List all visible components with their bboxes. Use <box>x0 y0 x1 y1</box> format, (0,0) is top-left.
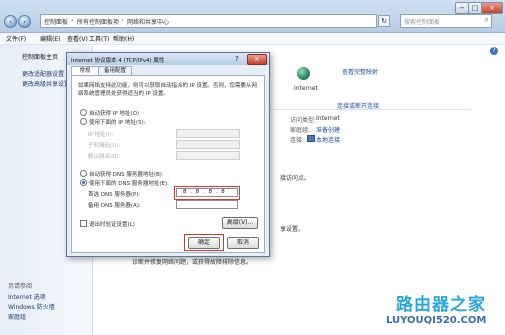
dialog-help-icon[interactable]: ? <box>235 55 239 63</box>
ip-address-label: IP 地址(I): <box>88 132 114 138</box>
subnet-mask-field[interactable] <box>176 140 240 149</box>
breadcrumb-item[interactable]: 控制面板 <box>44 17 68 26</box>
divider <box>270 109 470 110</box>
menu-bar: 文件(F) 编辑(E) 查看(V) 工具(T) 帮助(H) <box>0 33 505 45</box>
auto-ip-radio[interactable] <box>80 109 87 116</box>
maximize-button[interactable]: □ <box>468 2 482 14</box>
see-also-windows-firewall[interactable]: Windows 防火墙 <box>8 302 55 311</box>
menu-edit[interactable]: 编辑(E) <box>40 34 60 43</box>
breadcrumb-item[interactable]: 所有控制面板项 <box>77 17 119 26</box>
manual-ip-label: 使用下面的 IP 地址(S): <box>89 120 146 126</box>
address-bar[interactable]: 控制面板 › 所有控制面板项 › 网络和共享中心 <box>40 14 377 28</box>
window-titlebar: ‹ › 控制面板 › 所有控制面板项 › 网络和共享中心 ↻ 搜索控制面板 ⌕ … <box>0 0 505 33</box>
manual-dns-radio[interactable] <box>80 179 87 186</box>
breadcrumb-item[interactable]: 网络和共享中心 <box>127 17 169 26</box>
default-gateway-label: 默认网关(D): <box>88 154 121 160</box>
internet-label: Internet <box>294 85 318 92</box>
menu-help[interactable]: 帮助(H) <box>113 34 134 43</box>
search-icon[interactable]: ⌕ <box>485 15 489 25</box>
sidebar-item-adapter-settings[interactable]: 更改适配器设置 <box>22 69 64 78</box>
search-input[interactable]: 搜索控制面板 ⌕ <box>400 14 492 28</box>
validate-checkbox[interactable] <box>80 220 87 227</box>
menu-tools[interactable]: 工具(T) <box>89 34 109 43</box>
dialog-tab-panel: 如果网络支持此功能，则可以获取自动指派的 IP 设置。否则，您需要从网络系统管理… <box>71 75 265 253</box>
snippet-troubleshoot: 诊断并修复网络问题，或获得故障排除信息。 <box>132 259 253 266</box>
network-adapter-icon <box>307 135 315 142</box>
watermark-title: 路由器之家 <box>396 295 486 315</box>
help-icon[interactable]: ? <box>490 47 498 55</box>
minimize-button[interactable]: − <box>455 2 469 14</box>
menu-file[interactable]: 文件(F) <box>6 34 26 43</box>
dialog-close-button[interactable]: × <box>247 54 267 65</box>
sidebar-item-advanced-sharing[interactable]: 更改高级共享设置 <box>22 79 70 88</box>
globe-icon <box>297 67 310 80</box>
search-placeholder: 搜索控制面板 <box>404 19 441 26</box>
auto-dns-label: 自动获得 DNS 服务器地址(B) <box>89 172 162 178</box>
dialog-titlebar: Internet 协议版本 4 (TCP/IPv4) 属性 ? × <box>67 53 269 65</box>
homegroup-link[interactable]: 准备创建 <box>316 125 340 134</box>
auto-dns-radio[interactable] <box>80 170 87 177</box>
watermark-url: LUYOUQI520.COM <box>386 315 487 326</box>
ip-address-field[interactable] <box>176 129 240 138</box>
cancel-button[interactable]: 取消 <box>227 237 259 249</box>
auto-ip-label: 自动获得 IP 地址(O) <box>89 111 140 117</box>
forward-button[interactable]: › <box>18 15 31 28</box>
back-button[interactable]: ‹ <box>4 15 17 28</box>
sidebar-item-control-panel-home[interactable]: 控制面板主页 <box>22 52 58 61</box>
chevron-right-icon: › <box>121 17 124 24</box>
validate-label: 退出时验证设置(L) <box>89 222 135 228</box>
preferred-dns-label: 首选 DNS 服务器(P): <box>88 192 141 198</box>
advanced-button[interactable]: 高级(V)... <box>222 217 258 229</box>
snippet-access-point: 接访问点。 <box>280 175 311 182</box>
tcpip-properties-dialog: Internet 协议版本 4 (TCP/IPv4) 属性 ? × 常规 备用配… <box>66 52 270 257</box>
snippet-sharing: 享设置。 <box>280 226 305 233</box>
see-also-homegroup[interactable]: 家庭组 <box>8 312 26 321</box>
manual-ip-radio[interactable] <box>80 118 87 125</box>
preferred-dns-field[interactable]: 8 . 8 . 8 . 8 <box>176 188 238 197</box>
preferred-dns-value: 8 . 8 . 8 . 8 <box>183 189 226 195</box>
ok-button[interactable]: 确定 <box>188 237 220 249</box>
chevron-right-icon: › <box>71 17 74 24</box>
dialog-title: Internet 协议版本 4 (TCP/IPv4) 属性 <box>71 58 165 64</box>
access-type-value: Internet <box>316 115 340 122</box>
see-also-internet-options[interactable]: Internet 选项 <box>8 292 46 301</box>
see-also-heading: 另请参阅 <box>8 283 33 290</box>
homegroup-label: 家庭组: <box>290 127 311 134</box>
default-gateway-field[interactable] <box>176 151 240 160</box>
manual-dns-label: 使用下面的 DNS 服务器地址(E): <box>89 181 169 187</box>
connections-label: 连接: <box>290 137 305 144</box>
close-button[interactable]: × <box>481 2 503 14</box>
access-type-label: 访问类型: <box>290 117 317 124</box>
alternate-dns-label: 备用 DNS 服务器(A): <box>88 203 141 209</box>
refresh-icon[interactable]: ↻ <box>378 15 390 27</box>
alternate-dns-field[interactable] <box>176 200 238 209</box>
dialog-description: 如果网络支持此功能，则可以获取自动指派的 IP 设置。否则，您需要从网络系统管理… <box>78 83 257 97</box>
menu-view[interactable]: 查看(V) <box>67 34 88 43</box>
local-connection-link[interactable]: 本地连接 <box>316 135 340 144</box>
see-full-map-link[interactable]: 查看完整映射 <box>342 67 378 76</box>
subnet-mask-label: 子网掩码(U): <box>88 143 121 149</box>
